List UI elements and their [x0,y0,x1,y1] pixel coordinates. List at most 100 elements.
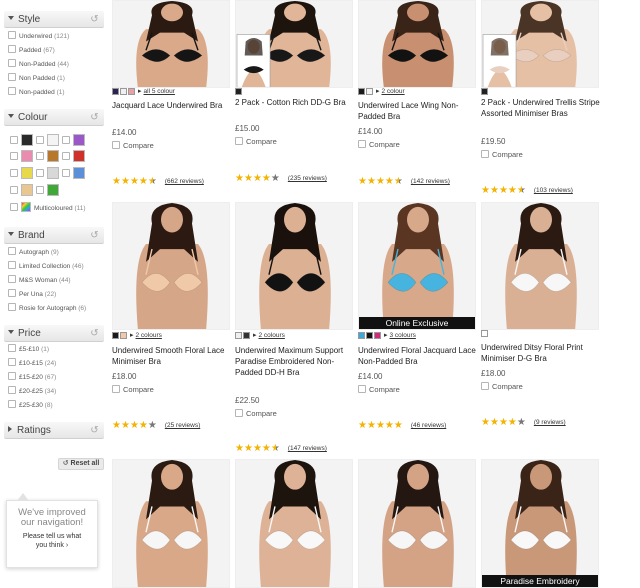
colour-thumbnail[interactable] [128,88,135,95]
colour-count-link[interactable]: 2 colours [136,332,162,339]
colour-swatch-yellow[interactable] [21,167,33,179]
colour-thumbnail[interactable] [235,88,242,95]
checkbox[interactable] [36,186,44,194]
checkbox[interactable] [235,137,243,145]
product-title[interactable]: 2 Pack - Underwired Trellis Stripe Assor… [481,97,601,119]
colour-count-link[interactable]: 2 colour [382,88,405,95]
reviews-link[interactable]: (235 reviews) [288,175,327,182]
filter-option-price-20-25[interactable]: £20-£25 (34) [8,386,56,396]
filter-option-non-padded-3[interactable]: Non-padded (1) [8,87,65,97]
checkbox[interactable] [481,382,489,390]
product-image[interactable] [235,202,353,330]
reviews-link[interactable]: (662 reviews) [165,178,204,185]
product-title[interactable]: Underwired Lace Wing Non-Padded Bra [358,100,478,122]
product-title[interactable]: Underwired Smooth Floral Lace Minimiser … [112,345,232,367]
product-image[interactable] [481,202,599,330]
product-image[interactable] [358,459,476,588]
colour-swatch-blue[interactable] [73,167,85,179]
colour-thumbnail[interactable] [112,88,119,95]
reset-facet-icon[interactable]: ↺ [89,328,100,339]
colour-thumbnail[interactable] [481,330,488,337]
colour-swatch-brown[interactable] [47,150,59,162]
compare-toggle[interactable]: Compare [235,409,277,419]
checkbox[interactable] [10,152,18,160]
colour-swatch-grey[interactable] [47,167,59,179]
filter-option-price-15-20[interactable]: £15-£20 (67) [8,372,56,382]
colour-swatch-red[interactable] [73,150,85,162]
compare-toggle[interactable]: Compare [112,385,154,395]
facet-header-price[interactable]: Price ↺ [4,325,104,342]
colour-thumbnail[interactable] [112,332,119,339]
product-title[interactable]: Underwired Ditsy Floral Print Minimiser … [481,342,601,364]
filter-option-limited-collection[interactable]: Limited Collection (46) [8,261,84,271]
colour-thumbnail[interactable] [366,332,373,339]
filter-option-non-padded-2[interactable]: Non Padded (1) [8,73,65,83]
colour-swatch-white[interactable] [47,134,59,146]
checkbox[interactable] [8,344,16,352]
product-image[interactable]: Paradise Embroidery [481,459,599,588]
reviews-link[interactable]: (103 reviews) [534,187,573,194]
compare-toggle[interactable]: Compare [358,140,400,150]
product-image[interactable] [235,0,353,88]
product-title[interactable]: Underwired Maximum Support Paradise Embr… [235,345,355,378]
reviews-link[interactable]: (147 reviews) [288,445,327,452]
facet-header-brand[interactable]: Brand ↺ [4,227,104,244]
colour-thumbnail[interactable] [120,88,127,95]
colour-thumbnail[interactable] [374,332,381,339]
compare-toggle[interactable]: Compare [358,385,400,395]
reset-facet-icon[interactable]: ↺ [89,14,100,25]
checkbox[interactable] [62,152,70,160]
colour-thumbnail[interactable] [120,332,127,339]
product-title[interactable]: Underwired Floral Jacquard Lace Non-Padd… [358,345,478,367]
colour-thumbnail[interactable] [358,332,365,339]
facet-header-ratings[interactable]: Ratings ↺ [4,422,104,439]
colour-count-link[interactable]: all 5 colour [144,88,175,95]
colour-thumbnail[interactable] [243,332,250,339]
reset-facet-icon[interactable]: ↺ [89,112,100,123]
product-image[interactable] [235,459,353,588]
filter-option-price-25-30[interactable]: £25-£30 (8) [8,400,53,410]
checkbox[interactable] [112,141,120,149]
colour-thumbnail[interactable] [358,88,365,95]
product-title[interactable]: Jacquard Lace Underwired Bra [112,100,232,111]
checkbox[interactable] [8,247,16,255]
checkbox[interactable] [8,386,16,394]
checkbox[interactable] [358,385,366,393]
filter-option-price-10-15[interactable]: £10-£15 (24) [8,358,56,368]
product-image[interactable] [112,459,230,588]
colour-thumbnail[interactable] [235,332,242,339]
filter-option-rosie-for-autograph[interactable]: Rosie for Autograph (6) [8,303,86,313]
feedback-cta-2[interactable]: you think › [7,541,97,550]
checkbox[interactable] [36,136,44,144]
checkbox[interactable] [235,409,243,417]
checkbox[interactable] [8,372,16,380]
filter-option-multicoloured[interactable]: Multicoloured (11) [10,202,86,212]
filter-option-price-5-10[interactable]: £5-£10 (1) [8,344,49,354]
checkbox[interactable] [8,73,16,81]
compare-toggle[interactable]: Compare [481,382,523,392]
colour-swatch-green[interactable] [47,184,59,196]
product-image[interactable]: Online Exclusive [358,202,476,330]
filter-option-ms-woman[interactable]: M&S Woman (44) [8,275,71,285]
colour-swatch-nude[interactable] [21,184,33,196]
checkbox[interactable] [8,400,16,408]
compare-toggle[interactable]: Compare [112,141,154,151]
colour-swatch-purple[interactable] [73,134,85,146]
reset-facet-icon[interactable]: ↺ [89,230,100,241]
checkbox[interactable] [8,45,16,53]
colour-thumbnail[interactable] [366,88,373,95]
facet-header-colour[interactable]: Colour ↺ [4,109,104,126]
reviews-link[interactable]: (25 reviews) [165,422,200,429]
checkbox[interactable] [10,169,18,177]
checkbox[interactable] [10,136,18,144]
product-image[interactable] [358,0,476,88]
filter-option-non-padded[interactable]: Non-Padded (44) [8,59,69,69]
checkbox[interactable] [10,186,18,194]
colour-count-link[interactable]: 3 colours [390,332,416,339]
checkbox[interactable] [8,261,16,269]
compare-toggle[interactable]: Compare [481,150,523,160]
product-image[interactable] [481,0,599,88]
checkbox[interactable] [8,59,16,67]
colour-thumbnail[interactable] [481,88,488,95]
feedback-panel[interactable]: We've improved our navigation! Please te… [6,493,98,568]
